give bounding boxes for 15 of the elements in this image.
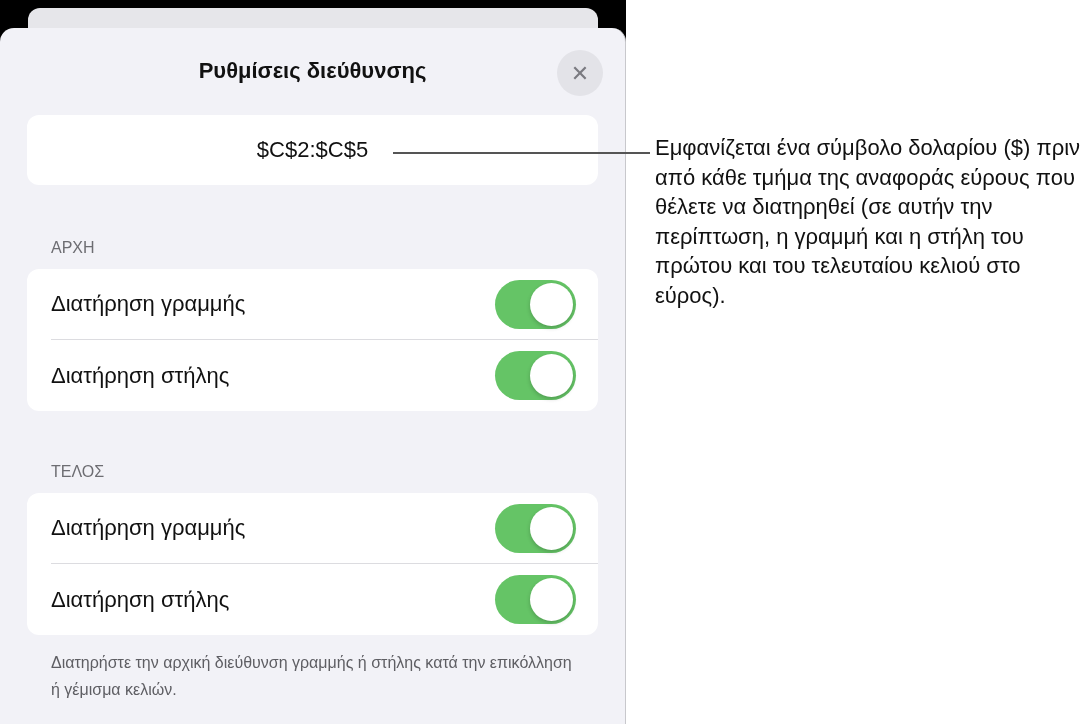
row-label: Διατήρηση στήλης — [51, 586, 230, 613]
callout-text: Εμφανίζεται ένα σύμβολο δολαρίου ($) πριν από κάθε τμήμα της αναφοράς εύρους που θέλετε να διατηρηθεί (σε αυτήν την περίπτωση, η γραμμή και η στήλη του πρώτου και του τελευταίου κελιού στο εύρος). — [655, 134, 1082, 310]
row-label: Διατήρηση γραμμής — [51, 515, 246, 541]
toggle-switch[interactable] — [495, 279, 576, 329]
row-label: Διατήρηση γραμμής — [51, 291, 246, 317]
toggle-switch[interactable] — [495, 351, 576, 400]
footer-note: Διατηρήστε την αρχική διεύθυνση γραμμής ή στήλης κατά την επικόλληση ή γέμισμα κελιών. — [50, 653, 573, 700]
row-label: Διατήρηση στήλης — [51, 362, 230, 389]
sheet-title: Ρυθμίσεις διεύθυνσης — [198, 57, 427, 84]
toggle-switch[interactable] — [495, 503, 576, 553]
toggle-switch[interactable] — [495, 575, 576, 624]
section-header: ΤΕΛΟΣ — [50, 463, 106, 482]
address-value: $C$2:$C$5 — [256, 137, 369, 163]
section-header: ΑΡΧΗ — [50, 239, 96, 258]
address-field[interactable]: $C$2:$C$5 — [27, 115, 598, 185]
